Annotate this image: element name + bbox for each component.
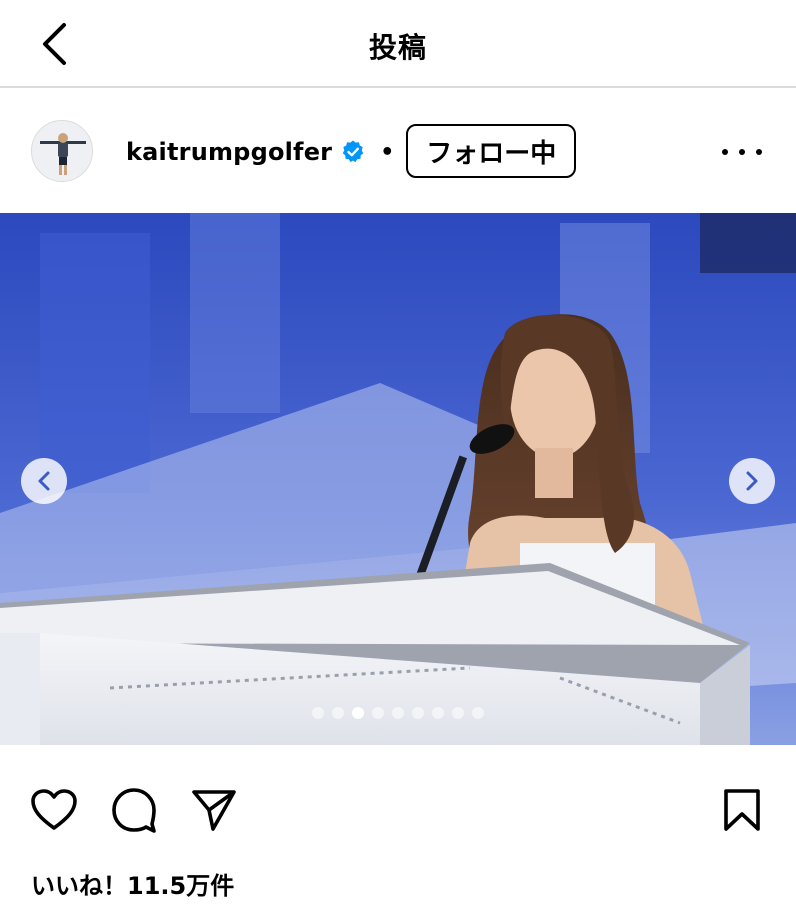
post-header: kaitrumpgolfer • フォロー中: [0, 90, 796, 212]
carousel-dot: [412, 707, 424, 719]
share-button[interactable]: [188, 784, 240, 836]
post-actions: [0, 770, 796, 850]
send-icon: [192, 790, 236, 831]
comment-icon: [112, 788, 156, 833]
avatar[interactable]: [31, 120, 93, 182]
post-photo: [0, 213, 796, 745]
avatar-image: [32, 121, 92, 181]
like-button[interactable]: [28, 784, 80, 836]
chevron-right-icon: [746, 471, 758, 491]
top-bar: 投稿: [0, 0, 796, 88]
likes-count[interactable]: いいね！11.5万件: [31, 866, 234, 901]
carousel-dot: [452, 707, 464, 719]
carousel-dot: [312, 707, 324, 719]
carousel-dot: [332, 707, 344, 719]
carousel-dot: [472, 707, 484, 719]
bookmark-icon: [724, 789, 760, 831]
carousel-dot: [372, 707, 384, 719]
save-button[interactable]: [716, 784, 768, 836]
chevron-left-icon: [38, 471, 50, 491]
carousel-dot: [432, 707, 444, 719]
username[interactable]: kaitrumpgolfer: [126, 138, 332, 166]
page-title: 投稿: [368, 31, 427, 64]
carousel-dot: [352, 707, 364, 719]
comment-button[interactable]: [108, 784, 160, 836]
more-options-button[interactable]: [722, 140, 762, 164]
following-button[interactable]: フォロー中: [406, 124, 577, 178]
more-horizontal-icon: [722, 149, 728, 155]
verified-badge-icon: [340, 139, 366, 165]
heart-icon: [31, 789, 77, 830]
separator-dot: •: [380, 139, 395, 165]
carousel-next-button[interactable]: [729, 458, 775, 504]
username-row: kaitrumpgolfer • フォロー中: [126, 124, 577, 178]
carousel-dot: [392, 707, 404, 719]
carousel-indicator: [312, 707, 484, 719]
carousel-prev-button[interactable]: [21, 458, 67, 504]
instagram-post-view: 投稿 kaitrumpgolfer • フォロー中 いいね！11.5万件: [0, 0, 796, 910]
post-media[interactable]: [0, 213, 796, 745]
